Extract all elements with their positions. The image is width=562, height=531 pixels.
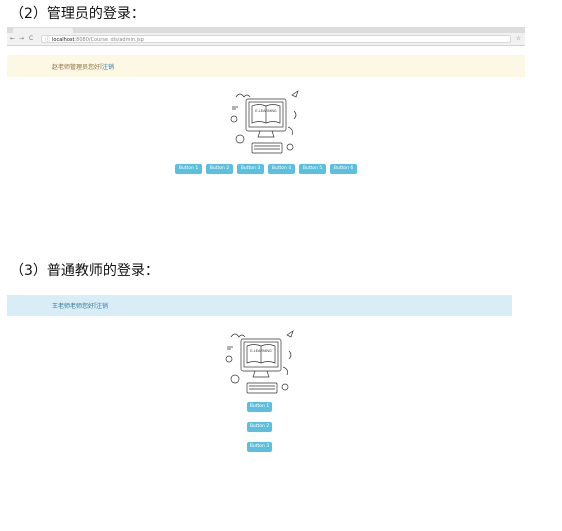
admin-menu-button-5[interactable]: Button 5 xyxy=(299,164,326,174)
e-learning-icon: E-LEARNING xyxy=(230,90,299,154)
forward-button[interactable]: → xyxy=(19,35,24,43)
e-learning-icon: E-LEARNING xyxy=(225,330,294,394)
address-bar[interactable]: ⓘ localhost:8080/Course_dis/admin.jsp xyxy=(41,35,511,43)
logo-text: E-LEARNING xyxy=(255,109,277,113)
star-icon[interactable]: ☆ xyxy=(516,35,521,43)
reload-button[interactable]: C xyxy=(29,35,33,43)
tab-strip xyxy=(7,27,525,33)
url-path: :8080/Course_dis/admin.jsp xyxy=(74,37,144,43)
back-button[interactable]: ← xyxy=(10,35,15,43)
logout-link[interactable]: 注销 xyxy=(96,301,108,310)
greeting-text: 赵老师管理员您好 xyxy=(52,63,101,71)
admin-menu-button-4[interactable]: Button 4 xyxy=(268,164,295,174)
browser-chrome: ← → C ⓘ localhost:8080/Course_dis/admin.j… xyxy=(7,27,525,46)
admin-menu-button-2[interactable]: Button 2 xyxy=(206,164,233,174)
teacher-menu-button-3[interactable]: Button 3 xyxy=(247,442,272,452)
teacher-menu-button-1[interactable]: Button 1 xyxy=(247,402,272,412)
browser-tab[interactable] xyxy=(13,28,73,33)
welcome-banner-teacher: 王老师老师您好 | 注销 xyxy=(7,295,512,316)
e-learning-illustration: E-LEARNING xyxy=(223,327,299,397)
section-heading-admin: （2）管理员的登录： xyxy=(10,6,145,22)
teacher-menu-button-2[interactable]: Button 2 xyxy=(247,422,272,432)
logout-link[interactable]: 注销 xyxy=(102,62,114,71)
url-host: localhost xyxy=(52,37,75,43)
section-heading-teacher: （3）普通教师的登录： xyxy=(10,263,159,279)
e-learning-illustration: E-LEARNING xyxy=(228,87,304,157)
logo-text: E-LEARNING xyxy=(250,349,272,353)
welcome-banner-admin: 赵老师管理员您好 | 注销 xyxy=(7,55,525,77)
greeting-text: 王老师老师您好 xyxy=(52,303,95,310)
admin-menu-button-1[interactable]: Button 1 xyxy=(175,164,202,174)
admin-menu-button-6[interactable]: Button 6 xyxy=(330,164,357,174)
admin-menu-button-3[interactable]: Button 3 xyxy=(237,164,264,174)
info-icon: ⓘ xyxy=(45,37,51,43)
